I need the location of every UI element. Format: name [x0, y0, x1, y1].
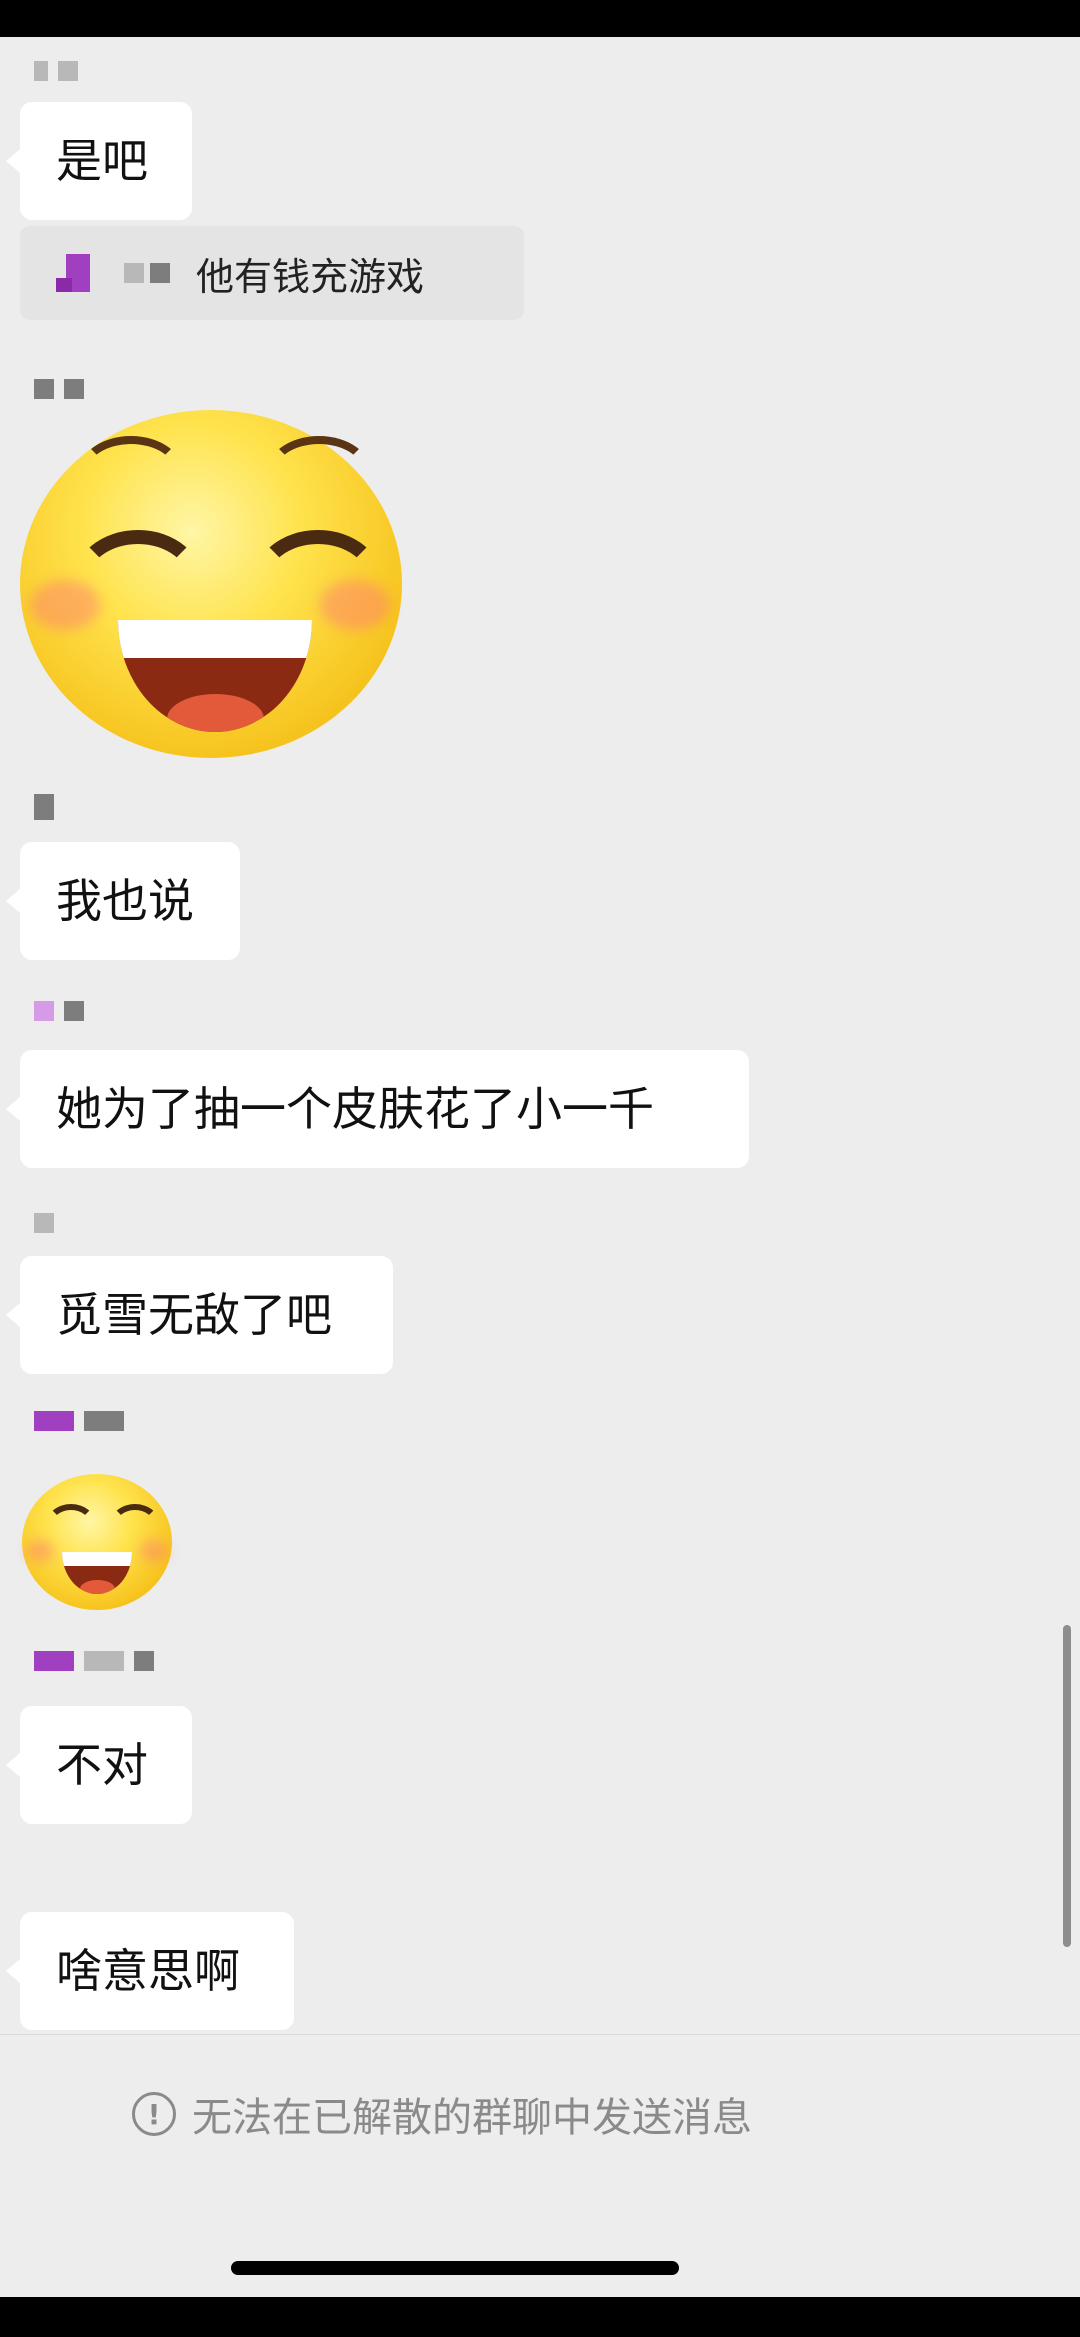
message-bubble[interactable]: 我也说: [6, 842, 240, 960]
quoted-message[interactable]: 他有钱充游戏: [20, 226, 524, 320]
grinning-emoji[interactable]: [20, 410, 402, 758]
message-bubble[interactable]: 啥意思啊: [6, 1912, 294, 2030]
sender-name-blurred: [34, 1650, 154, 1672]
message-text: 我也说: [56, 874, 194, 928]
message-text: 啥意思啊: [56, 1944, 240, 1998]
message-text: 觅雪无敌了吧: [56, 1288, 332, 1342]
sender-name-blurred: [34, 378, 84, 400]
scrollbar[interactable]: [1063, 1625, 1071, 1947]
sender-name-blurred: [34, 1410, 124, 1432]
message-text: 不对: [56, 1738, 148, 1792]
sender-name-blurred: [34, 1212, 54, 1234]
chat-footer: ! 无法在已解散的群聊中发送消息: [0, 2034, 1080, 2298]
message-text: 是吧: [56, 134, 148, 188]
message-bubble[interactable]: 她为了抽一个皮肤花了小一千: [6, 1050, 749, 1168]
exclamation-circle-icon: !: [132, 2092, 176, 2136]
quoted-sender-blurred: [124, 263, 170, 283]
message-bubble[interactable]: 觅雪无敌了吧: [6, 1256, 393, 1374]
bottom-frame: [0, 2297, 1080, 2337]
message-bubble[interactable]: 不对: [6, 1706, 192, 1824]
home-indicator[interactable]: [231, 2261, 679, 2275]
sender-name-blurred: [34, 60, 78, 82]
sender-name-blurred: [34, 794, 54, 820]
grinning-emoji[interactable]: [22, 1474, 172, 1610]
quoted-avatar: [56, 254, 90, 292]
status-bar: [0, 0, 1080, 37]
dissolved-group-notice: ! 无法在已解散的群聊中发送消息: [132, 2085, 752, 2143]
sender-name-blurred: [34, 1000, 84, 1022]
message-bubble[interactable]: 是吧: [6, 102, 192, 220]
notice-text: 无法在已解散的群聊中发送消息: [192, 2095, 752, 2141]
message-text: 她为了抽一个皮肤花了小一千: [56, 1082, 654, 1136]
quoted-text: 他有钱充游戏: [196, 254, 425, 299]
